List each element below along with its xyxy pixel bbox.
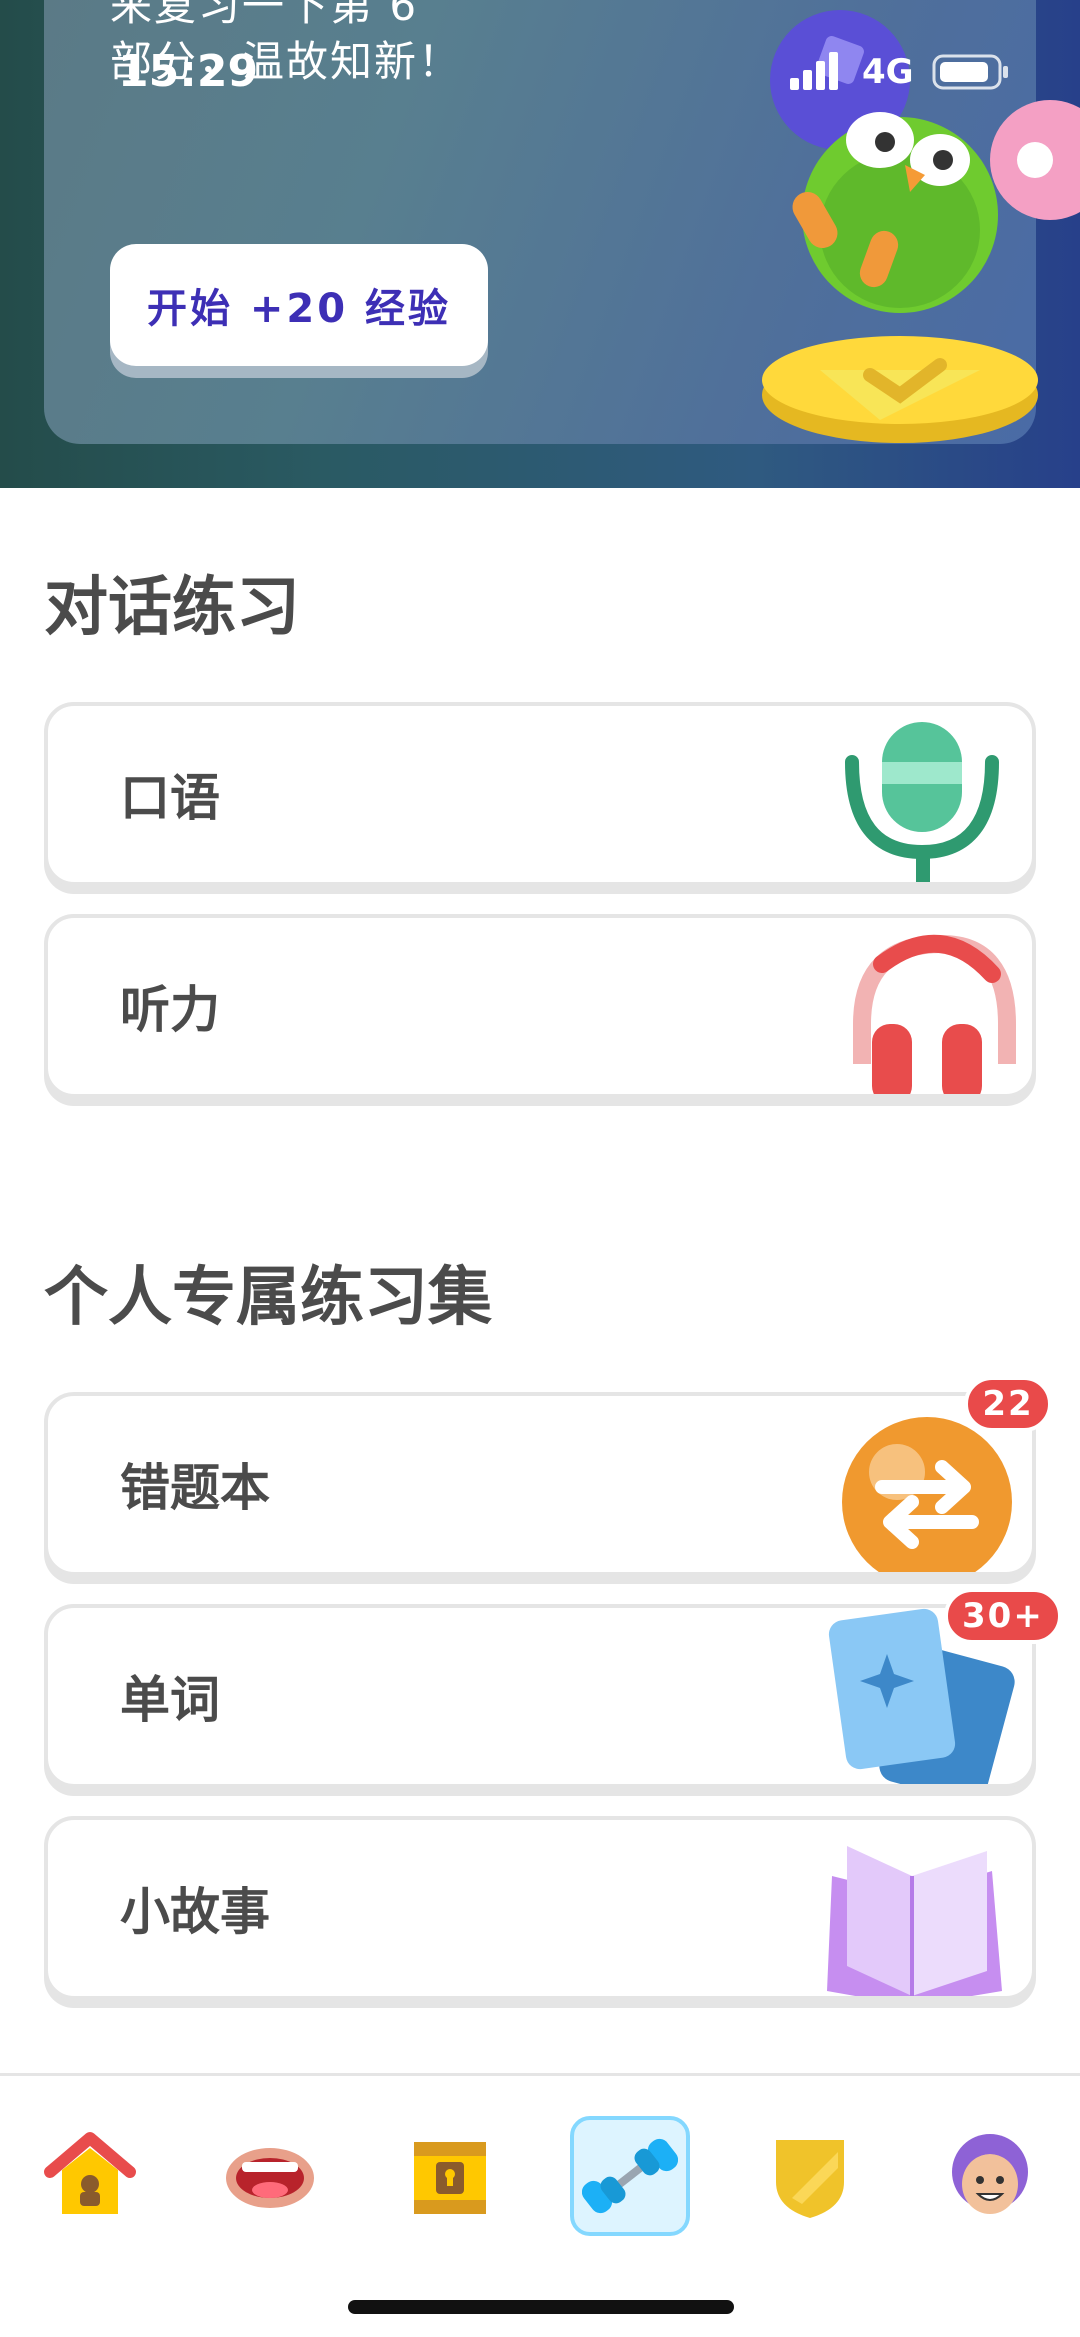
signal-icon	[790, 52, 838, 90]
nav-league[interactable]	[750, 2116, 870, 2236]
microphone-icon	[845, 722, 999, 882]
nav-profile[interactable]	[930, 2116, 1050, 2236]
nav-chest[interactable]	[390, 2116, 510, 2236]
network-label: 4G	[862, 52, 914, 92]
nav-home[interactable]	[30, 2116, 150, 2236]
nav-speak[interactable]	[210, 2116, 330, 2236]
section-title-personal: 个人专属练习集	[44, 1261, 492, 1335]
dumbbell-icon	[582, 2138, 678, 2214]
hero-banner: 来复习一下第 6 部分，温故知新！ 开始 +20 经验 15:29 4G	[0, 0, 1080, 488]
start-review-button[interactable]: 开始 +20 经验	[110, 244, 488, 366]
treasure-chest-icon	[414, 2142, 486, 2214]
shield-icon	[776, 2140, 844, 2218]
nav-practice[interactable]	[570, 2116, 690, 2236]
practice-card-mistakes[interactable]: 错题本	[44, 1392, 1036, 1576]
section-title-conversation: 对话练习	[44, 571, 300, 645]
card-label: 口语	[120, 769, 220, 827]
words-count-badge: 30+	[944, 1588, 1062, 1644]
card-label: 小故事	[120, 1883, 270, 1941]
card-label: 听力	[120, 981, 220, 1039]
status-indicators: 4G	[786, 48, 1026, 96]
bottom-nav	[0, 2073, 1080, 2337]
practice-card-words[interactable]: 单词	[44, 1604, 1036, 1788]
home-indicator[interactable]	[348, 2300, 734, 2314]
practice-card-speaking[interactable]: 口语	[44, 702, 1036, 886]
mistakes-count-badge: 22	[964, 1376, 1052, 1432]
practice-card-listening[interactable]: 听力	[44, 914, 1036, 1098]
headphones-icon	[853, 934, 1016, 1094]
card-label: 单词	[120, 1671, 220, 1729]
battery-icon	[932, 54, 1008, 90]
status-time: 15:29	[118, 46, 259, 97]
house-icon	[44, 2132, 136, 2214]
avatar-icon	[952, 2134, 1028, 2214]
card-label: 错题本	[120, 1459, 270, 1517]
story-book-icon	[827, 1846, 1002, 1996]
mouth-icon	[226, 2148, 314, 2208]
practice-card-stories[interactable]: 小故事	[44, 1816, 1036, 2000]
